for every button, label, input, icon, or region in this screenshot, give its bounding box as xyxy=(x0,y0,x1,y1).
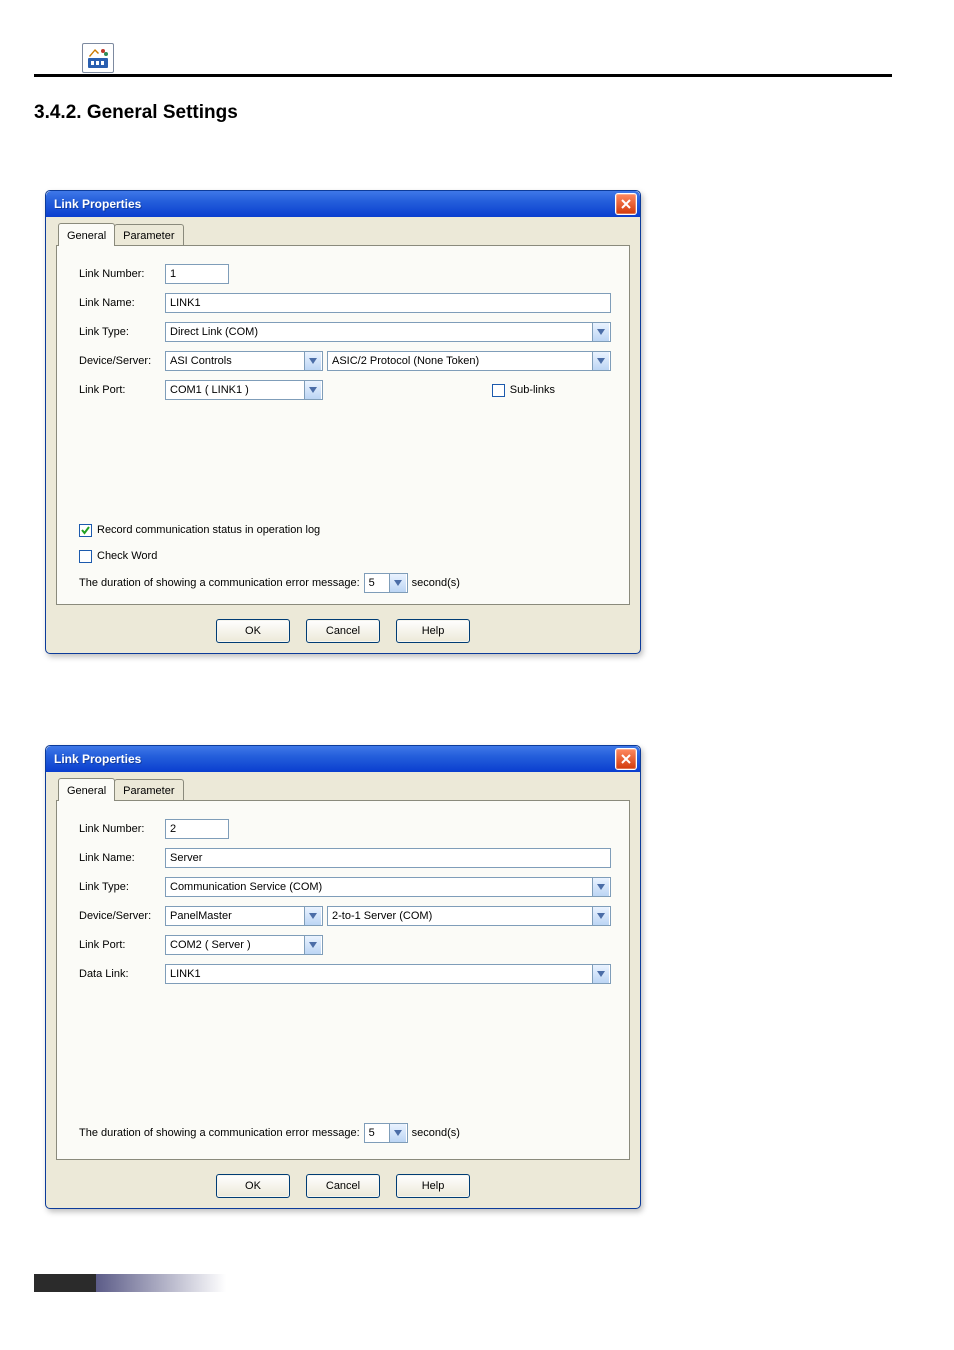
label-link-name: Link Name: xyxy=(79,297,165,309)
link-type-value: Direct Link (COM) xyxy=(170,323,590,341)
label-link-type: Link Type: xyxy=(79,326,165,338)
section-heading: 3.4.2. General Settings xyxy=(34,102,238,124)
tab-general[interactable]: General xyxy=(58,223,115,246)
duration-value: 5 xyxy=(369,574,387,592)
device-server-vendor-combo[interactable]: ASI Controls xyxy=(165,351,323,371)
ok-button[interactable]: OK xyxy=(216,619,290,643)
tab-strip: General Parameter xyxy=(58,225,630,245)
duration-combo[interactable]: 5 xyxy=(364,1123,408,1143)
cancel-button[interactable]: Cancel xyxy=(306,1174,380,1198)
data-link-combo[interactable]: LINK1 xyxy=(165,964,611,984)
label-link-number: Link Number: xyxy=(79,268,165,280)
chevron-down-icon xyxy=(592,878,609,896)
device-server-vendor-combo[interactable]: PanelMaster xyxy=(165,906,323,926)
label-link-name: Link Name: xyxy=(79,852,165,864)
link-port-combo[interactable]: COM1 ( LINK1 ) xyxy=(165,380,323,400)
data-link-value: LINK1 xyxy=(170,965,590,983)
chevron-down-icon xyxy=(304,381,321,399)
tab-parameter[interactable]: Parameter xyxy=(114,779,183,800)
duration-unit: second(s) xyxy=(412,1127,460,1139)
titlebar[interactable]: Link Properties xyxy=(46,191,640,217)
chevron-down-icon xyxy=(304,352,321,370)
window-title: Link Properties xyxy=(54,752,615,766)
device-server-protocol-combo[interactable]: ASIC/2 Protocol (None Token) xyxy=(327,351,611,371)
link-name-field[interactable]: LINK1 xyxy=(165,293,611,313)
header-rule xyxy=(34,74,892,77)
link-port-value: COM1 ( LINK1 ) xyxy=(170,381,302,399)
chevron-down-icon xyxy=(592,352,609,370)
duration-label: The duration of showing a communication … xyxy=(79,1127,360,1139)
label-link-port: Link Port: xyxy=(79,384,165,396)
device-protocol-value: 2-to-1 Server (COM) xyxy=(332,907,590,925)
label-device-server: Device/Server: xyxy=(79,355,165,367)
duration-unit: second(s) xyxy=(412,577,460,589)
chevron-down-icon xyxy=(389,574,406,592)
footer-accent-gradient xyxy=(96,1274,226,1292)
link-number-field[interactable]: 1 xyxy=(165,264,229,284)
tab-parameter[interactable]: Parameter xyxy=(114,224,183,245)
device-vendor-value: ASI Controls xyxy=(170,352,302,370)
link-number-field[interactable]: 2 xyxy=(165,819,229,839)
chevron-down-icon xyxy=(592,323,609,341)
check-word-label: Check Word xyxy=(97,550,157,562)
tab-strip: General Parameter xyxy=(58,780,630,800)
chevron-down-icon xyxy=(592,965,609,983)
record-log-checkbox[interactable] xyxy=(79,524,92,537)
link-name-field[interactable]: Server xyxy=(165,848,611,868)
device-server-protocol-combo[interactable]: 2-to-1 Server (COM) xyxy=(327,906,611,926)
tab-body-general: Link Number: 2 Link Name: Server Link Ty… xyxy=(56,800,630,1160)
duration-value: 5 xyxy=(369,1124,387,1142)
link-properties-dialog-1: Link Properties General Parameter Link N… xyxy=(45,190,641,654)
help-button[interactable]: Help xyxy=(396,619,470,643)
tab-general[interactable]: General xyxy=(58,778,115,801)
window-title: Link Properties xyxy=(54,197,615,211)
help-button[interactable]: Help xyxy=(396,1174,470,1198)
link-port-value: COM2 ( Server ) xyxy=(170,936,302,954)
titlebar[interactable]: Link Properties xyxy=(46,746,640,772)
close-button[interactable] xyxy=(615,193,637,215)
sub-links-label: Sub-links xyxy=(510,384,555,396)
close-icon xyxy=(621,754,631,764)
label-device-server: Device/Server: xyxy=(79,910,165,922)
label-link-port: Link Port: xyxy=(79,939,165,951)
link-properties-dialog-2: Link Properties General Parameter Link N… xyxy=(45,745,641,1209)
link-type-value: Communication Service (COM) xyxy=(170,878,590,896)
close-icon xyxy=(621,199,631,209)
dialog-button-row: OK Cancel Help xyxy=(46,1174,640,1198)
link-type-combo[interactable]: Communication Service (COM) xyxy=(165,877,611,897)
chevron-down-icon xyxy=(592,907,609,925)
link-type-combo[interactable]: Direct Link (COM) xyxy=(165,322,611,342)
link-port-combo[interactable]: COM2 ( Server ) xyxy=(165,935,323,955)
tab-body-general: Link Number: 1 Link Name: LINK1 Link Typ… xyxy=(56,245,630,605)
app-logo-icon xyxy=(82,43,114,73)
label-data-link: Data Link: xyxy=(79,968,165,980)
record-log-label: Record communication status in operation… xyxy=(97,524,320,536)
cancel-button[interactable]: Cancel xyxy=(306,619,380,643)
close-button[interactable] xyxy=(615,748,637,770)
chevron-down-icon xyxy=(304,936,321,954)
chevron-down-icon xyxy=(389,1124,406,1142)
sub-links-checkbox[interactable] xyxy=(492,384,505,397)
dialog-button-row: OK Cancel Help xyxy=(46,619,640,643)
label-link-number: Link Number: xyxy=(79,823,165,835)
duration-label: The duration of showing a communication … xyxy=(79,577,360,589)
duration-combo[interactable]: 5 xyxy=(364,573,408,593)
device-vendor-value: PanelMaster xyxy=(170,907,302,925)
ok-button[interactable]: OK xyxy=(216,1174,290,1198)
chevron-down-icon xyxy=(304,907,321,925)
footer-accent xyxy=(34,1274,96,1292)
check-word-checkbox[interactable] xyxy=(79,550,92,563)
device-protocol-value: ASIC/2 Protocol (None Token) xyxy=(332,352,590,370)
label-link-type: Link Type: xyxy=(79,881,165,893)
